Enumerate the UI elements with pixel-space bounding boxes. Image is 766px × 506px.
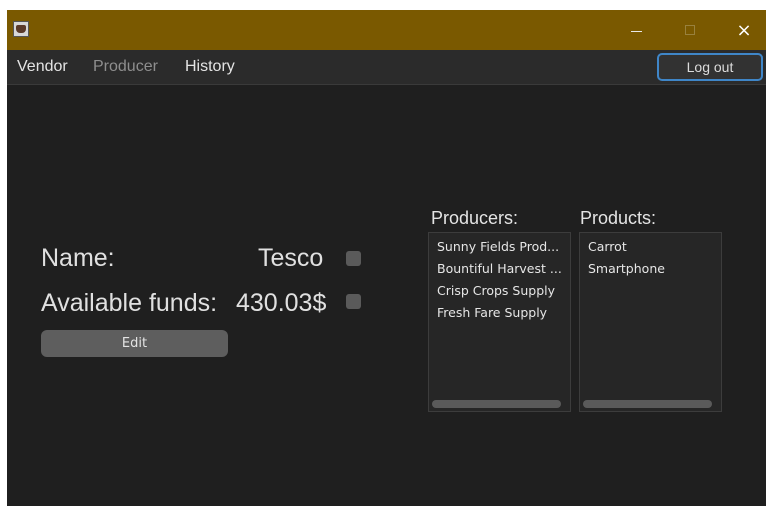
- menu-vendor[interactable]: Vendor: [17, 50, 68, 84]
- name-checkbox[interactable]: [346, 251, 361, 266]
- products-horizontal-scrollbar[interactable]: [583, 400, 712, 408]
- edit-button[interactable]: Edit: [41, 330, 228, 357]
- menu-producer[interactable]: Producer: [93, 50, 158, 84]
- close-button[interactable]: ×: [721, 10, 766, 50]
- producer-list-item[interactable]: Fresh Fare Supply: [437, 303, 567, 323]
- app-icon: [13, 21, 29, 37]
- name-value: Tesco: [258, 244, 324, 272]
- producer-list-item[interactable]: Crisp Crops Supply: [437, 281, 567, 301]
- products-list[interactable]: Carrot Smartphone: [579, 232, 722, 412]
- producer-list-item[interactable]: Bountiful Harvest ...: [437, 259, 567, 279]
- logout-button[interactable]: Log out: [657, 53, 763, 81]
- producer-list-item[interactable]: Sunny Fields Prod...: [437, 237, 567, 257]
- minimize-icon: [630, 30, 642, 32]
- funds-checkbox[interactable]: [346, 294, 361, 309]
- products-header: Products:: [580, 208, 657, 228]
- funds-value: 430.03$: [236, 289, 327, 317]
- product-list-item[interactable]: Carrot: [588, 237, 718, 257]
- product-list-item[interactable]: Smartphone: [588, 259, 718, 279]
- name-label: Name:: [41, 244, 115, 272]
- minimize-button[interactable]: [613, 10, 659, 50]
- producers-horizontal-scrollbar[interactable]: [432, 400, 561, 408]
- title-bar[interactable]: ×: [7, 10, 766, 50]
- funds-label: Available funds:: [41, 289, 218, 317]
- producers-list[interactable]: Sunny Fields Prod... Bountiful Harvest .…: [428, 232, 571, 412]
- close-icon: ×: [736, 19, 752, 41]
- producers-header: Producers:: [431, 208, 519, 228]
- maximize-button[interactable]: [667, 10, 713, 50]
- app-window: × Vendor Producer History Log out Name: …: [7, 10, 766, 506]
- menu-history[interactable]: History: [185, 50, 235, 84]
- menu-bar: Vendor Producer History Log out: [7, 50, 766, 85]
- maximize-icon: [685, 25, 695, 35]
